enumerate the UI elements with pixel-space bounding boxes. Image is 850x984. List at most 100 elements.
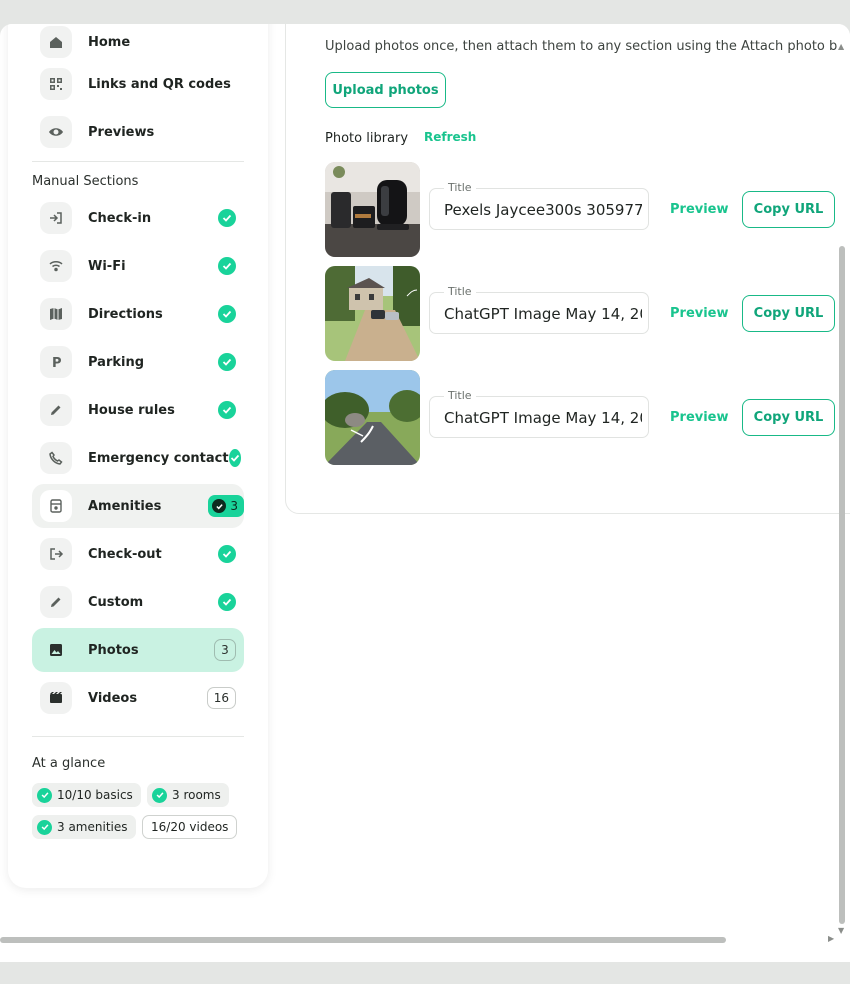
divider xyxy=(32,161,244,162)
sidebar-item-label: Photos xyxy=(88,642,139,658)
photo-row: Title ChatGPT Image May 14, 20 Preview C… xyxy=(325,370,845,466)
check-icon xyxy=(218,593,236,611)
sidebar-item-custom[interactable]: Custom xyxy=(32,580,244,624)
sidebar-item-label: Custom xyxy=(88,594,144,610)
check-out-icon xyxy=(40,538,72,570)
sidebar-item-check-out[interactable]: Check-out xyxy=(32,532,244,576)
sidebar-item-label: Check-in xyxy=(88,210,152,226)
home-icon xyxy=(40,26,72,58)
scroll-right-arrow-icon[interactable]: ▶ xyxy=(828,934,834,943)
check-icon xyxy=(228,449,241,467)
country-road-photo xyxy=(325,370,420,465)
glance-chip-videos: 16/20 videos xyxy=(142,815,238,839)
photo-thumbnail[interactable] xyxy=(325,162,420,257)
photos-count: 3 xyxy=(214,639,236,661)
sidebar-item-house-rules[interactable]: House rules xyxy=(32,388,244,432)
check-icon xyxy=(218,545,236,563)
title-field-value[interactable]: ChatGPT Image May 14, 20 xyxy=(444,409,642,427)
chip-label: 3 amenities xyxy=(57,820,128,834)
app-window: Home Links and QR codes Previews Manual … xyxy=(0,24,850,962)
sidebar-item-label: Links and QR codes xyxy=(88,76,231,92)
photo-thumbnail[interactable] xyxy=(325,370,420,465)
preview-link[interactable]: Preview xyxy=(670,306,729,321)
photo-row: Title ChatGPT Image May 14, 20 Preview C… xyxy=(325,266,845,362)
sidebar-item-photos[interactable]: Photos 3 xyxy=(32,628,244,672)
sidebar-item-previews[interactable]: Previews xyxy=(32,110,244,154)
check-icon xyxy=(37,819,52,835)
sidebar-item-parking[interactable]: P Parking xyxy=(32,340,244,384)
horizontal-scroll-thumb[interactable] xyxy=(0,937,726,943)
svg-text:P: P xyxy=(52,356,62,370)
title-field-value[interactable]: Pexels Jaycee300s 305977 xyxy=(444,201,642,219)
sidebar-item-label: Wi-Fi xyxy=(88,258,126,274)
photo-row: Title Pexels Jaycee300s 305977 Preview C… xyxy=(325,162,845,258)
check-icon xyxy=(218,401,236,419)
copy-url-button[interactable]: Copy URL xyxy=(742,399,835,436)
sidebar-item-home[interactable]: Home xyxy=(32,24,244,64)
sidebar-item-label: Parking xyxy=(88,354,145,370)
title-field-label: Title xyxy=(444,389,476,402)
qr-code-icon xyxy=(40,68,72,100)
parking-icon: P xyxy=(40,346,72,378)
eye-icon xyxy=(40,116,72,148)
section-heading: Manual Sections xyxy=(32,174,139,189)
sidebar-item-videos[interactable]: Videos 16 xyxy=(32,676,244,720)
chip-label: 16/20 videos xyxy=(151,820,229,834)
wifi-icon xyxy=(40,250,72,282)
photo-title-field[interactable]: Title ChatGPT Image May 14, 20 xyxy=(429,285,649,334)
photo-library-label: Photo library xyxy=(325,131,409,146)
copy-url-button[interactable]: Copy URL xyxy=(742,295,835,332)
sidebar-item-label: Emergency contact xyxy=(88,450,229,466)
photo-title-field[interactable]: Title ChatGPT Image May 14, 20 xyxy=(429,389,649,438)
glance-chip-amenities: 3 amenities xyxy=(32,815,136,839)
sidebar-item-directions[interactable]: Directions xyxy=(32,292,244,336)
check-icon xyxy=(37,787,52,803)
title-field-value[interactable]: ChatGPT Image May 14, 20 xyxy=(444,305,642,323)
pencil-icon xyxy=(40,586,72,618)
sidebar-item-amenities[interactable]: Amenities 3 xyxy=(32,484,244,528)
sidebar: Home Links and QR codes Previews Manual … xyxy=(8,24,268,888)
check-icon xyxy=(218,353,236,371)
upload-instructions: Upload photos once, then attach them to … xyxy=(325,39,837,54)
sidebar-item-emergency-contact[interactable]: Emergency contact xyxy=(32,436,244,480)
preview-link[interactable]: Preview xyxy=(670,202,729,217)
copy-url-button[interactable]: Copy URL xyxy=(742,191,835,228)
check-icon xyxy=(218,257,236,275)
scroll-up-arrow-icon[interactable]: ▲ xyxy=(838,42,844,51)
scroll-down-arrow-icon[interactable]: ▼ xyxy=(838,926,844,935)
check-icon xyxy=(218,305,236,323)
chip-label: 3 rooms xyxy=(172,788,221,802)
check-in-icon xyxy=(40,202,72,234)
video-icon xyxy=(40,682,72,714)
sidebar-item-label: Check-out xyxy=(88,546,162,562)
check-icon xyxy=(212,499,227,513)
vertical-scroll-thumb[interactable] xyxy=(839,246,845,924)
glance-heading: At a glance xyxy=(32,756,106,771)
title-field-label: Title xyxy=(444,181,476,194)
check-icon xyxy=(152,787,167,803)
photo-thumbnail[interactable] xyxy=(325,266,420,361)
upload-photos-button[interactable]: Upload photos xyxy=(325,72,446,108)
sidebar-item-label: Previews xyxy=(88,124,155,140)
image-icon xyxy=(40,634,72,666)
sidebar-item-check-in[interactable]: Check-in xyxy=(32,196,244,240)
amenities-icon xyxy=(40,490,72,522)
chip-label: 10/10 basics xyxy=(57,788,133,802)
sidebar-item-label: Home xyxy=(88,34,131,50)
amenities-count-badge: 3 xyxy=(208,495,244,517)
photo-title-field[interactable]: Title Pexels Jaycee300s 305977 xyxy=(429,181,649,230)
preview-link[interactable]: Preview xyxy=(670,410,729,425)
sidebar-item-label: Directions xyxy=(88,306,163,322)
badge-count: 3 xyxy=(230,499,238,513)
sidebar-item-label: Amenities xyxy=(88,498,162,514)
glance-chip-rooms: 3 rooms xyxy=(147,783,229,807)
driveway-cottage-photo xyxy=(325,266,420,361)
sidebar-item-links-qr[interactable]: Links and QR codes xyxy=(32,62,244,106)
sidebar-item-wifi[interactable]: Wi-Fi xyxy=(32,244,244,288)
glance-chip-basics: 10/10 basics xyxy=(32,783,141,807)
check-icon xyxy=(218,209,236,227)
refresh-link[interactable]: Refresh xyxy=(424,130,476,144)
map-icon xyxy=(40,298,72,330)
sidebar-item-label: House rules xyxy=(88,402,175,418)
pencil-icon xyxy=(40,394,72,426)
